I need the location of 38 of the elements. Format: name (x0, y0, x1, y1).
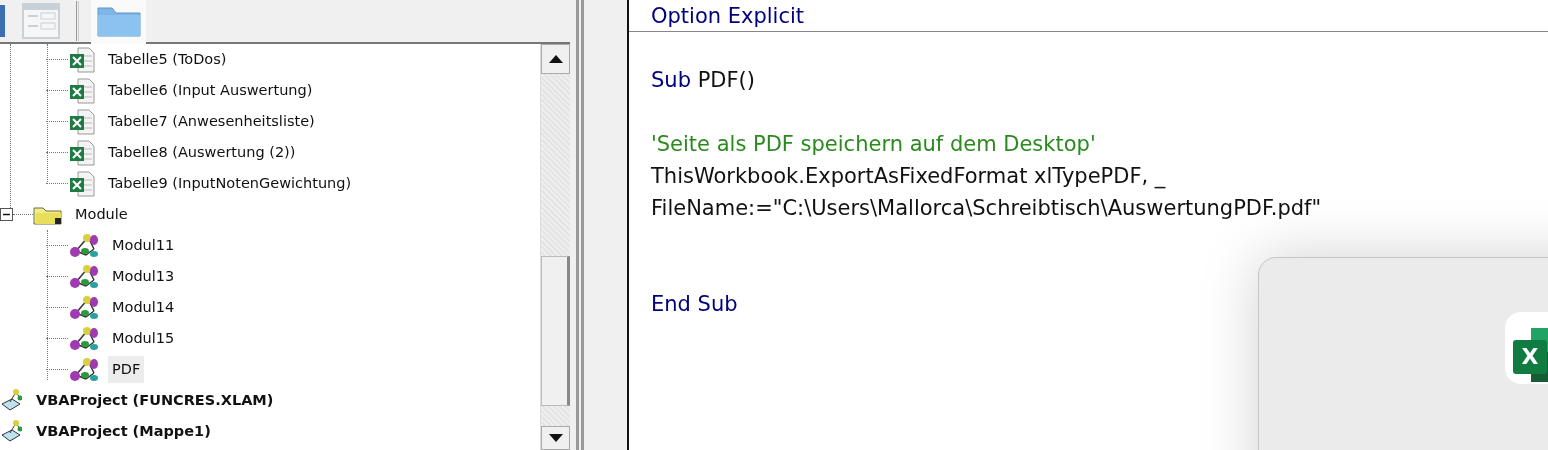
tree-item[interactable]: Modul11 (108, 231, 179, 260)
spreadsheet-icon (68, 169, 96, 198)
tree-item[interactable]: PDF (108, 355, 145, 384)
app-icon: X (1505, 312, 1548, 384)
code-line: FileName:="C:\Users\Mallorca\Schreibtisch\AuswertungPDF.pdf" (651, 196, 1322, 220)
code-line: ThisWorkbook.ExportAsFixedFormat xlTypePDF, _ (651, 164, 1166, 188)
tree-item[interactable]: Module (71, 200, 132, 229)
code-line: Option Explicit (651, 4, 805, 28)
folder-icon[interactable] (91, 0, 146, 44)
down-arrow-icon (548, 434, 563, 442)
spreadsheet-icon (68, 138, 96, 167)
tree-item[interactable]: Tabelle6 (Input Auswertung) (104, 76, 317, 105)
tree-item[interactable]: Modul14 (108, 293, 179, 322)
code-line: 'Seite als PDF speichern auf dem Desktop' (651, 132, 1096, 156)
spreadsheet-icon (68, 76, 96, 105)
tree-item[interactable]: Tabelle5 (ToDos) (104, 45, 231, 74)
code-line: End Sub (651, 292, 738, 316)
spreadsheet-icon (68, 45, 96, 74)
tree-item[interactable]: Tabelle8 (Auswertung (2)) (104, 138, 300, 167)
tree-item[interactable]: VBAProject (Mappe1) (32, 417, 215, 446)
tree-item[interactable]: Modul15 (108, 324, 179, 353)
scroll-up-button[interactable] (541, 44, 570, 74)
up-arrow-icon (548, 55, 563, 63)
tree-item[interactable]: VBAProject (FUNCRES.XLAM) (32, 386, 278, 415)
spreadsheet-icon (68, 107, 96, 136)
module-icon (68, 231, 100, 260)
tree-item[interactable]: Tabelle9 (InputNotenGewichtung) (104, 169, 356, 198)
collapse-icon[interactable] (0, 208, 13, 221)
tree-item[interactable]: Modul13 (108, 262, 179, 291)
code-line: Sub PDF() (651, 68, 755, 92)
module-icon (68, 355, 100, 384)
scroll-down-button[interactable] (541, 426, 570, 450)
module-icon (68, 293, 100, 322)
folder-icon (33, 204, 63, 225)
module-icon (68, 324, 100, 353)
tree-item[interactable]: Tabelle7 (Anwesenheitsliste) (104, 107, 319, 136)
scrollbar-thumb[interactable] (541, 256, 570, 406)
module-icon (68, 262, 100, 291)
